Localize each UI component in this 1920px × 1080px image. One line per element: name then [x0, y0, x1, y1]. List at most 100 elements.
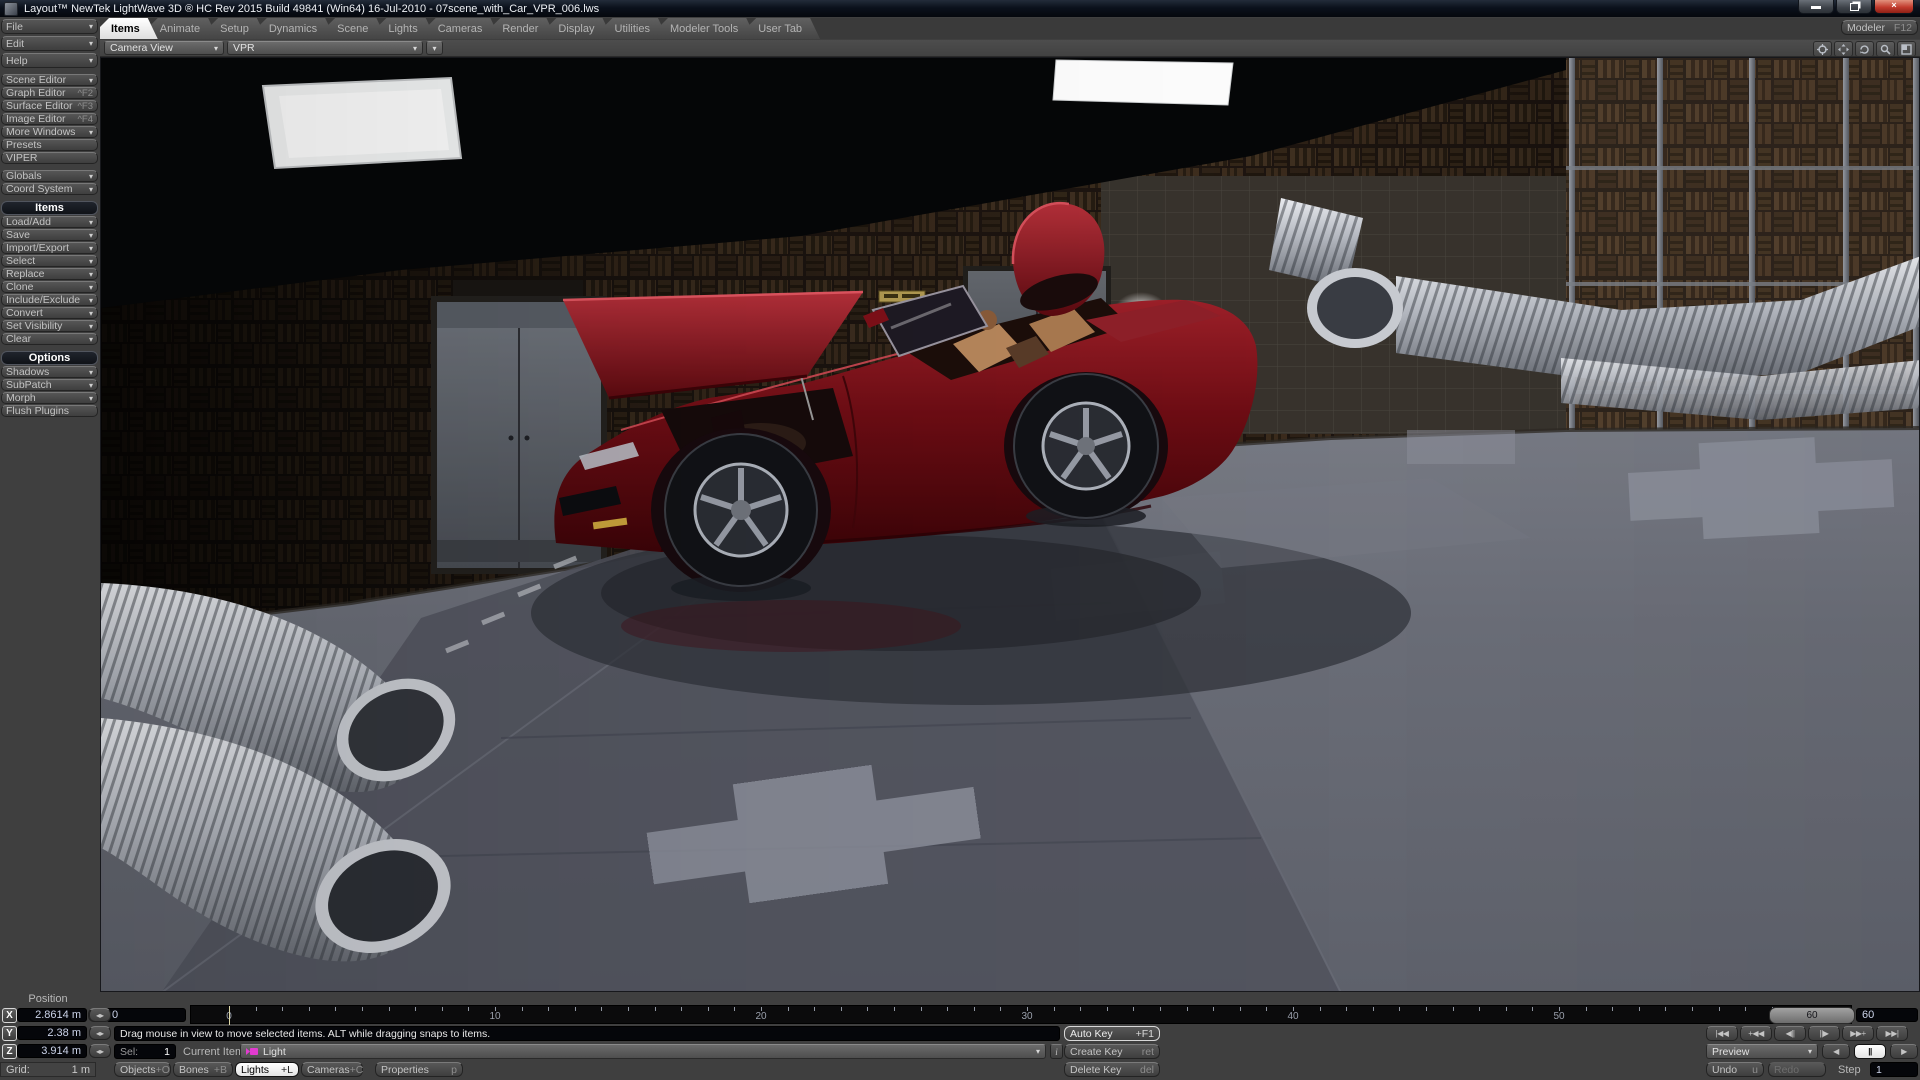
- maximize-view-icon[interactable]: [1897, 41, 1916, 57]
- position-y-field[interactable]: 2.38 m: [17, 1026, 87, 1040]
- sidebar-item-convert[interactable]: Convert▾: [1, 307, 98, 319]
- step-field[interactable]: 1: [1870, 1062, 1918, 1077]
- item-type-properties[interactable]: Propertiesp: [375, 1062, 463, 1077]
- axis-y-toggle[interactable]: Y: [2, 1026, 17, 1041]
- rotate-view-icon[interactable]: [1855, 41, 1874, 57]
- next-frame-button[interactable]: ||▶: [1808, 1026, 1840, 1041]
- sidebar-item-save[interactable]: Save▾: [1, 229, 98, 241]
- position-z-field[interactable]: 3.914 m: [17, 1044, 87, 1058]
- timeline-tick: [1133, 1007, 1134, 1011]
- preview-dropdown[interactable]: Preview ▾: [1706, 1044, 1818, 1059]
- center-view-icon[interactable]: [1813, 41, 1832, 57]
- modeler-button[interactable]: Modeler F12: [1841, 20, 1918, 35]
- sidebar-item-clone[interactable]: Clone▾: [1, 281, 98, 293]
- tab-render[interactable]: Render: [491, 18, 556, 39]
- item-type-objects[interactable]: Objects+O: [114, 1062, 171, 1077]
- sidebar-item-help[interactable]: Help▾: [1, 53, 98, 68]
- status-text: Drag mouse in view to move selected item…: [120, 1028, 490, 1040]
- sidebar-item-morph[interactable]: Morph▾: [1, 392, 98, 404]
- axis-z-toggle[interactable]: Z: [2, 1044, 17, 1059]
- next-key-button[interactable]: ▶▶+: [1842, 1026, 1874, 1041]
- timeline-ruler[interactable]: 010203040506060: [190, 1005, 1852, 1024]
- sidebar-item-globals[interactable]: Globals▾: [1, 170, 98, 182]
- prev-frame-button[interactable]: ◀||: [1774, 1026, 1806, 1041]
- delete-key-button[interactable]: Delete Key del: [1064, 1062, 1160, 1077]
- timeline-tick: [522, 1007, 523, 1011]
- sidebar-item-viper[interactable]: VIPER: [1, 152, 98, 164]
- sidebar-item-subpatch[interactable]: SubPatch▾: [1, 379, 98, 391]
- undo-button[interactable]: Undo u: [1706, 1062, 1764, 1077]
- position-x-stepper[interactable]: ◂▸: [89, 1008, 111, 1022]
- sidebar-item-import-export[interactable]: Import/Export▾: [1, 242, 98, 254]
- selection-count-field: Sel: 1: [114, 1044, 176, 1059]
- play-forward-button[interactable]: ▶: [1890, 1044, 1918, 1059]
- go-end-button[interactable]: ▶▶|: [1876, 1026, 1908, 1041]
- sidebar-item-replace[interactable]: Replace▾: [1, 268, 98, 280]
- render-mode-dropdown[interactable]: VPR ▾: [227, 41, 423, 55]
- position-y-stepper[interactable]: ◂▸: [89, 1026, 111, 1040]
- current-frame-field[interactable]: 0: [106, 1008, 186, 1022]
- auto-key-button[interactable]: Auto Key +F1: [1064, 1026, 1160, 1041]
- create-key-shortcut: ret: [1142, 1046, 1154, 1058]
- sidebar-item-set-visibility[interactable]: Set Visibility▾: [1, 320, 98, 332]
- item-type-lights[interactable]: Lights+L: [235, 1062, 299, 1077]
- sidebar: File▾ Edit▾ Help▾ Scene Editor▾Graph Editor…: [1, 19, 98, 423]
- move-view-icon[interactable]: [1834, 41, 1853, 57]
- sidebar-item-coord-system[interactable]: Coord System▾: [1, 183, 98, 195]
- tab-utilities[interactable]: Utilities: [604, 18, 668, 39]
- position-x-field[interactable]: 2.8614 m: [17, 1008, 87, 1022]
- chevron-down-icon: ▾: [89, 244, 93, 253]
- restore-button[interactable]: [1836, 0, 1872, 14]
- sidebar-item-image-editor[interactable]: Image Editor^F4: [1, 113, 98, 125]
- prev-key-button[interactable]: +◀◀: [1740, 1026, 1772, 1041]
- current-frame-value: 0: [112, 1009, 118, 1021]
- sidebar-item-include-exclude[interactable]: Include/Exclude▾: [1, 294, 98, 306]
- sidebar-item-label: Clear: [6, 333, 31, 345]
- end-frame-field[interactable]: 60: [1856, 1008, 1918, 1022]
- sidebar-item-surface-editor[interactable]: Surface Editor^F3: [1, 100, 98, 112]
- item-info-button[interactable]: i: [1050, 1044, 1063, 1059]
- create-key-button[interactable]: Create Key ret: [1064, 1044, 1160, 1059]
- go-start-button[interactable]: |◀◀: [1706, 1026, 1738, 1041]
- redo-button[interactable]: Redo: [1768, 1062, 1826, 1077]
- zoom-view-icon[interactable]: [1876, 41, 1895, 57]
- position-z-stepper[interactable]: ◂▸: [89, 1044, 111, 1058]
- axis-x-toggle[interactable]: X: [2, 1008, 17, 1023]
- item-type-bones[interactable]: Bones+B: [173, 1062, 233, 1077]
- view-mode-dropdown[interactable]: Camera View ▾: [104, 41, 224, 55]
- tab-items[interactable]: Items: [100, 18, 158, 39]
- timeline-tick: [442, 1007, 443, 1011]
- timeline-tick: [389, 1007, 390, 1011]
- sidebar-item-select[interactable]: Select▾: [1, 255, 98, 267]
- item-type-cameras[interactable]: Cameras+C: [301, 1062, 363, 1077]
- sidebar-item-clear[interactable]: Clear▾: [1, 333, 98, 345]
- tab-modeler-tools[interactable]: Modeler Tools: [659, 18, 756, 39]
- minimize-button[interactable]: [1798, 0, 1834, 14]
- tab-display[interactable]: Display: [547, 18, 612, 39]
- sidebar-item-flush-plugins[interactable]: Flush Plugins: [1, 405, 98, 417]
- viewport-options-button[interactable]: ▾: [426, 41, 443, 55]
- tab-dynamics[interactable]: Dynamics: [258, 18, 335, 39]
- current-item-dropdown[interactable]: Light ▾: [240, 1044, 1046, 1059]
- chevron-down-icon: ▾: [89, 128, 93, 137]
- sidebar-item-file[interactable]: File▾: [1, 19, 98, 34]
- sidebar-item-presets[interactable]: Presets: [1, 139, 98, 151]
- sidebar-item-edit[interactable]: Edit▾: [1, 36, 98, 51]
- sidebar-item-more-windows[interactable]: More Windows▾: [1, 126, 98, 138]
- play-reverse-button[interactable]: ◀: [1822, 1044, 1850, 1059]
- current-frame-marker[interactable]: [229, 1006, 230, 1025]
- sidebar-item-scene-editor[interactable]: Scene Editor▾: [1, 74, 98, 86]
- tab-animate[interactable]: Animate: [149, 18, 218, 39]
- close-button[interactable]: ×: [1874, 0, 1914, 14]
- pause-button[interactable]: ||: [1854, 1044, 1886, 1059]
- sidebar-item-graph-editor[interactable]: Graph Editor^F2: [1, 87, 98, 99]
- main-tab-bar: ItemsAnimateSetupDynamicsSceneLightsCame…: [100, 18, 1920, 39]
- tab-scene[interactable]: Scene: [326, 18, 386, 39]
- tab-cameras[interactable]: Cameras: [427, 18, 501, 39]
- timeline-range-slider[interactable]: 60: [1769, 1007, 1855, 1024]
- timeline-tick: [1532, 1007, 1533, 1011]
- tab-user-tab[interactable]: User Tab: [747, 18, 820, 39]
- sidebar-item-load-add[interactable]: Load/Add▾: [1, 216, 98, 228]
- viewport-canvas[interactable]: [100, 57, 1920, 992]
- sidebar-item-shadows[interactable]: Shadows▾: [1, 366, 98, 378]
